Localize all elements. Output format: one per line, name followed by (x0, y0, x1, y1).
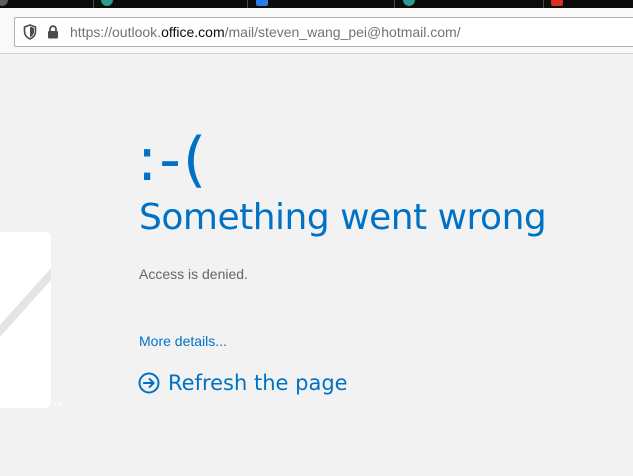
lock-icon[interactable] (45, 18, 61, 46)
browser-navigation-bar: https://outlook.office.com/mail/steven_w… (0, 8, 633, 54)
more-details-link[interactable]: More details... (139, 331, 227, 351)
error-title: Something went wrong (139, 197, 547, 238)
trademark-symbol: TM (53, 401, 64, 408)
url-prefix: https://outlook. (70, 24, 162, 40)
tab-favicon[interactable] (0, 0, 8, 6)
shield-icon[interactable] (15, 18, 45, 46)
tab-separator (543, 0, 544, 8)
tab-favicon[interactable] (101, 0, 113, 6)
url-host: office.com (161, 24, 225, 40)
error-message: Access is denied. (139, 266, 248, 282)
tab-separator (247, 0, 248, 8)
refresh-page-link[interactable]: Refresh the page (138, 369, 348, 397)
refresh-label: Refresh the page (168, 371, 348, 395)
tab-separator (93, 0, 94, 8)
browser-tab-strip (0, 0, 633, 8)
tab-separator (394, 0, 395, 8)
circle-arrow-right-icon (138, 372, 160, 394)
url-text[interactable]: https://outlook.office.com/mail/steven_w… (70, 24, 461, 40)
tab-favicon[interactable] (551, 0, 563, 6)
sad-face-emoticon: :-( (137, 125, 209, 195)
tab-favicon[interactable] (403, 0, 415, 6)
tab-favicon[interactable] (256, 0, 268, 6)
address-bar[interactable]: https://outlook.office.com/mail/steven_w… (14, 17, 633, 47)
url-path: /mail/steven_wang_pei@hotmail.com/ (224, 24, 461, 40)
outlook-logo (0, 232, 51, 408)
